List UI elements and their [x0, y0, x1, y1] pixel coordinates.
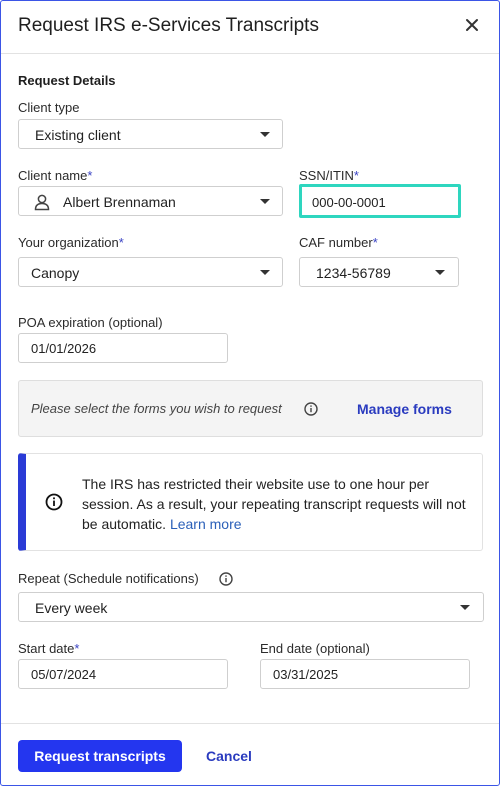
- required-marker: *: [372, 235, 378, 250]
- banner-message: The IRS has restricted their website use…: [82, 474, 477, 534]
- poa-expiration-input[interactable]: 01/01/2026: [18, 333, 228, 363]
- banner-text: The IRS has restricted their website use…: [82, 476, 466, 532]
- cancel-button[interactable]: Cancel: [206, 748, 252, 764]
- start-date-value: 05/07/2024: [31, 667, 97, 682]
- client-type-value: Existing client: [35, 127, 121, 143]
- user-icon: [34, 194, 50, 211]
- start-date-label: Start date*: [18, 641, 79, 656]
- poa-value: 01/01/2026: [31, 341, 97, 356]
- client-type-select[interactable]: Existing client: [18, 119, 283, 149]
- end-date-label: End date (optional): [260, 641, 370, 656]
- request-transcripts-button[interactable]: Request transcripts: [18, 740, 182, 772]
- footer-divider: [1, 723, 499, 724]
- forms-selection-box: Please select the forms you wish to requ…: [18, 380, 483, 437]
- caf-label-text: CAF number: [299, 235, 373, 250]
- request-transcripts-dialog: Request IRS e-Services Transcripts Reque…: [0, 0, 500, 786]
- ssn-value: 000-00-0001: [312, 195, 386, 210]
- caf-select[interactable]: 1234-56789: [299, 257, 459, 287]
- ssn-input[interactable]: 000-00-0001: [299, 184, 461, 218]
- end-date-value: 03/31/2025: [273, 667, 339, 682]
- manage-forms-link[interactable]: Manage forms: [357, 401, 452, 417]
- dialog-header: Request IRS e-Services Transcripts: [1, 1, 499, 54]
- info-icon[interactable]: [304, 402, 318, 416]
- poa-label: POA expiration (optional): [18, 315, 163, 330]
- required-marker: *: [353, 168, 359, 183]
- repeat-select[interactable]: Every week: [18, 592, 484, 622]
- chevron-down-icon: [260, 199, 270, 204]
- info-icon[interactable]: [219, 572, 233, 586]
- info-icon: [45, 493, 63, 511]
- end-date-input[interactable]: 03/31/2025: [260, 659, 470, 689]
- organization-label: Your organization*: [18, 235, 124, 250]
- irs-restriction-banner: The IRS has restricted their website use…: [18, 453, 483, 551]
- close-icon[interactable]: [463, 16, 481, 34]
- organization-value: Canopy: [31, 265, 80, 281]
- required-marker: *: [118, 235, 124, 250]
- chevron-down-icon: [460, 605, 470, 610]
- client-name-label-text: Client name: [18, 168, 88, 183]
- client-name-value: Albert Brennaman: [63, 194, 176, 210]
- required-marker: *: [87, 168, 93, 183]
- section-title: Request Details: [18, 73, 116, 88]
- chevron-down-icon: [260, 270, 270, 275]
- client-name-select[interactable]: Albert Brennaman: [18, 186, 283, 216]
- client-type-label: Client type: [18, 100, 80, 115]
- start-date-label-text: Start date: [18, 641, 75, 656]
- ssn-label: SSN/ITIN*: [299, 168, 359, 183]
- learn-more-link[interactable]: Learn more: [170, 516, 242, 532]
- start-date-input[interactable]: 05/07/2024: [18, 659, 228, 689]
- caf-value: 1234-56789: [316, 265, 391, 281]
- repeat-value: Every week: [35, 600, 108, 616]
- chevron-down-icon: [435, 270, 445, 275]
- dialog-title: Request IRS e-Services Transcripts: [18, 15, 319, 36]
- forms-hint: Please select the forms you wish to requ…: [31, 401, 282, 416]
- required-marker: *: [74, 641, 80, 656]
- client-name-label: Client name*: [18, 168, 92, 183]
- organization-select[interactable]: Canopy: [18, 257, 283, 287]
- repeat-label: Repeat (Schedule notifications): [18, 571, 199, 586]
- chevron-down-icon: [260, 132, 270, 137]
- organization-label-text: Your organization: [18, 235, 119, 250]
- caf-label: CAF number*: [299, 235, 378, 250]
- ssn-label-text: SSN/ITIN: [299, 168, 354, 183]
